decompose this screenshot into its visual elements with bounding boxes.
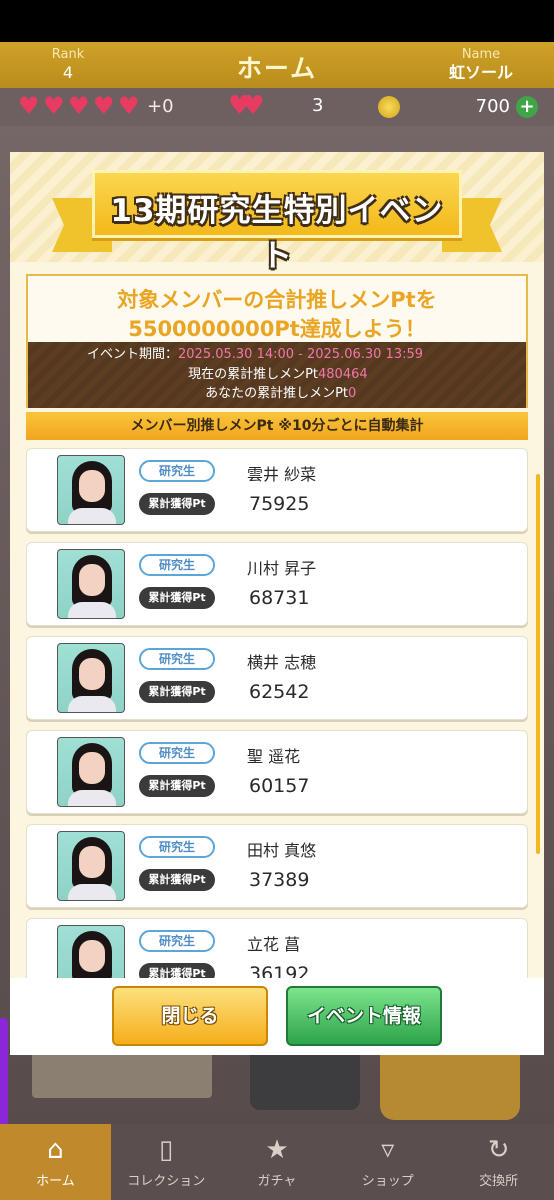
- member-card[interactable]: 研究生 累計獲得Pt 川村 昇子 68731: [26, 542, 528, 626]
- list-scrollbar[interactable]: [536, 474, 540, 854]
- member-photo: [57, 737, 125, 807]
- member-points: 75925: [249, 493, 310, 515]
- member-name: 立花 菖: [247, 935, 301, 954]
- member-points: 62542: [249, 681, 310, 703]
- member-points: 68731: [249, 587, 310, 609]
- home-icon: ⌂: [47, 1135, 64, 1165]
- rank-display: Rank 4: [20, 46, 116, 82]
- background-card: [32, 1050, 212, 1098]
- total-pt-badge: 累計獲得Pt: [139, 963, 215, 978]
- member-list-header: メンバー別推しメンPt ※10分ごとに自動集計: [26, 412, 528, 440]
- name-value: 虹ソール: [448, 63, 513, 82]
- heart-icon: ♥: [68, 92, 90, 120]
- member-photo: [57, 549, 125, 619]
- nav-home[interactable]: ⌂ ホーム: [0, 1124, 111, 1200]
- page-title: ホーム: [236, 54, 318, 83]
- trainee-badge: 研究生: [139, 648, 215, 670]
- nav-gacha[interactable]: ★ ガチャ: [222, 1124, 333, 1200]
- current-total-value: 480464: [318, 367, 368, 382]
- modal-footer: [10, 978, 544, 1055]
- rank-label: Rank: [51, 47, 85, 62]
- event-info-button[interactable]: イベント情報: [286, 986, 442, 1046]
- player-name-display[interactable]: Name 虹ソール: [426, 46, 536, 82]
- your-total-row: あなたの累計推しメンPt0: [28, 385, 526, 403]
- total-pt-badge: 累計獲得Pt: [139, 587, 215, 609]
- total-pt-badge: 累計獲得Pt: [139, 775, 215, 797]
- trainee-badge: 研究生: [139, 836, 215, 858]
- current-total-row: 現在の累計推しメンPt480464: [28, 366, 526, 384]
- nav-label: ショップ: [361, 1174, 414, 1189]
- member-photo: [57, 831, 125, 901]
- double-heart-count: 3: [312, 95, 324, 116]
- period-value: 2025.05.30 14:00 - 2025.06.30 13:59: [178, 347, 424, 362]
- hearts-stamina: ♥ ♥ ♥ ♥ ♥ +0: [18, 94, 174, 118]
- heart-icon: ♥: [93, 92, 115, 120]
- total-pt-badge: 累計獲得Pt: [139, 493, 215, 515]
- member-points: 36192: [249, 963, 310, 978]
- member-name: 横井 志穂: [247, 653, 317, 672]
- current-total-label: 現在の累計推しメンPt: [188, 367, 318, 382]
- member-card[interactable]: 研究生 累計獲得Pt 立花 菖 36192: [26, 918, 528, 978]
- member-name: 川村 昇子: [247, 559, 317, 578]
- double-heart-counter: ♥♥ 3: [228, 91, 323, 121]
- nav-collection[interactable]: ▯ コレクション: [111, 1124, 222, 1200]
- status-bar: [0, 0, 554, 42]
- heart-icon: ♥: [118, 92, 140, 120]
- goal-line-2: 5500000000Pt達成しよう！: [128, 317, 426, 341]
- member-name: 田村 真悠: [247, 841, 317, 860]
- member-points: 60157: [249, 775, 310, 797]
- member-photo: [57, 455, 125, 525]
- member-card[interactable]: 研究生 累計獲得Pt 田村 真悠 37389: [26, 824, 528, 908]
- coin-icon: [378, 96, 400, 118]
- member-name: 雲井 紗菜: [247, 465, 317, 484]
- resource-bar: ♥ ♥ ♥ ♥ ♥ +0 ♥♥ 3 700 +: [0, 88, 554, 126]
- trainee-badge: 研究生: [139, 554, 215, 576]
- trainee-badge: 研究生: [139, 742, 215, 764]
- nav-label: ホーム: [36, 1174, 75, 1189]
- nav-exchange[interactable]: ↻ 交換所: [443, 1124, 554, 1200]
- exchange-icon: ↻: [487, 1135, 510, 1165]
- heart-icon: ♥: [43, 92, 65, 120]
- nav-label: 交換所: [479, 1174, 519, 1189]
- name-label: Name: [461, 47, 501, 62]
- coin-count: 700: [475, 96, 510, 117]
- nav-shop[interactable]: ▿ ショップ: [332, 1124, 443, 1200]
- close-button[interactable]: 閉じる: [112, 986, 268, 1046]
- total-pt-badge: 累計獲得Pt: [139, 869, 215, 891]
- event-goal-box: 対象メンバーの合計推しメンPtを 5500000000Pt達成しよう！ イベント…: [26, 274, 528, 408]
- trainee-badge: 研究生: [139, 460, 215, 482]
- nav-label: コレクション: [127, 1174, 206, 1189]
- top-header: Rank 4 ホーム Name 虹ソール: [0, 42, 554, 88]
- event-title: 13期研究生特別イベント: [110, 193, 444, 274]
- nav-label: ガチャ: [257, 1174, 297, 1189]
- your-total-value: 0: [348, 386, 357, 401]
- member-points: 37389: [249, 869, 310, 891]
- member-card[interactable]: 研究生 累計獲得Pt 横井 志穂 62542: [26, 636, 528, 720]
- event-info-panel: イベント期間：2025.05.30 14:00 - 2025.06.30 13:…: [28, 342, 526, 408]
- member-name: 聖 遥花: [247, 747, 301, 766]
- cart-icon: ▿: [381, 1135, 395, 1165]
- rank-value: 4: [62, 63, 74, 82]
- add-coins-button[interactable]: +: [516, 96, 538, 118]
- goal-text: 対象メンバーの合計推しメンPtを 5500000000Pt達成しよう！: [28, 286, 526, 344]
- heart-icon: ♥: [18, 92, 40, 120]
- member-photo: [57, 925, 125, 978]
- double-heart-icon: ♥♥: [228, 91, 264, 121]
- member-card[interactable]: 研究生 累計獲得Pt 雲井 紗菜 75925: [26, 448, 528, 532]
- member-photo: [57, 643, 125, 713]
- gacha-icon: ★: [265, 1135, 289, 1165]
- event-title-banner: 13期研究生特別イベント: [92, 170, 462, 274]
- event-period-row: イベント期間：2025.05.30 14:00 - 2025.06.30 13:…: [28, 346, 526, 364]
- goal-line-1: 対象メンバーの合計推しメンPtを: [117, 288, 437, 312]
- your-total-label: あなたの累計推しメンPt: [205, 386, 348, 401]
- trainee-badge: 研究生: [139, 930, 215, 952]
- hearts-plus: +0: [147, 95, 174, 117]
- period-label: イベント期間：: [86, 347, 178, 362]
- total-pt-badge: 累計獲得Pt: [139, 681, 215, 703]
- member-card[interactable]: 研究生 累計獲得Pt 聖 遥花 60157: [26, 730, 528, 814]
- bottom-navigation: ⌂ ホーム ▯ コレクション ★ ガチャ ▿ ショップ ↻ 交換所: [0, 1124, 554, 1200]
- member-list[interactable]: 研究生 累計獲得Pt 雲井 紗菜 75925 研究生 累計獲得Pt 川村 昇子 …: [10, 444, 544, 978]
- collection-icon: ▯: [159, 1135, 174, 1165]
